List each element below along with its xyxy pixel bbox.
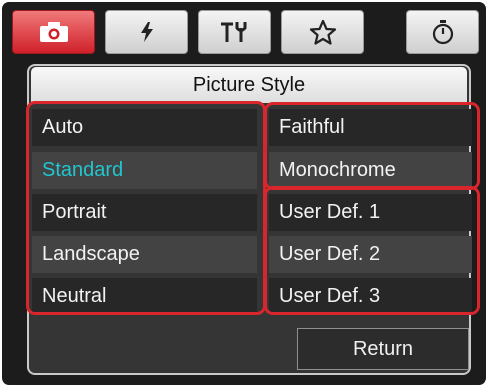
tools-icon (219, 20, 251, 44)
tab-flash[interactable] (105, 10, 188, 54)
camera-menu-screen: Picture Style Auto Standard Portrait Lan… (2, 2, 486, 385)
camera-icon (39, 21, 69, 43)
flash-icon (139, 21, 155, 43)
tab-my-menu[interactable] (281, 10, 364, 54)
panel-title: Picture Style (31, 67, 467, 103)
timer-icon (431, 19, 455, 45)
tab-shooting[interactable] (12, 10, 95, 54)
star-icon (309, 19, 337, 45)
tab-timer[interactable] (406, 10, 479, 54)
tab-setup[interactable] (198, 10, 271, 54)
highlight-right-top-group (264, 102, 480, 190)
highlight-user-def-group (264, 186, 480, 315)
return-button[interactable]: Return (297, 328, 469, 370)
highlight-left-group (26, 101, 266, 315)
